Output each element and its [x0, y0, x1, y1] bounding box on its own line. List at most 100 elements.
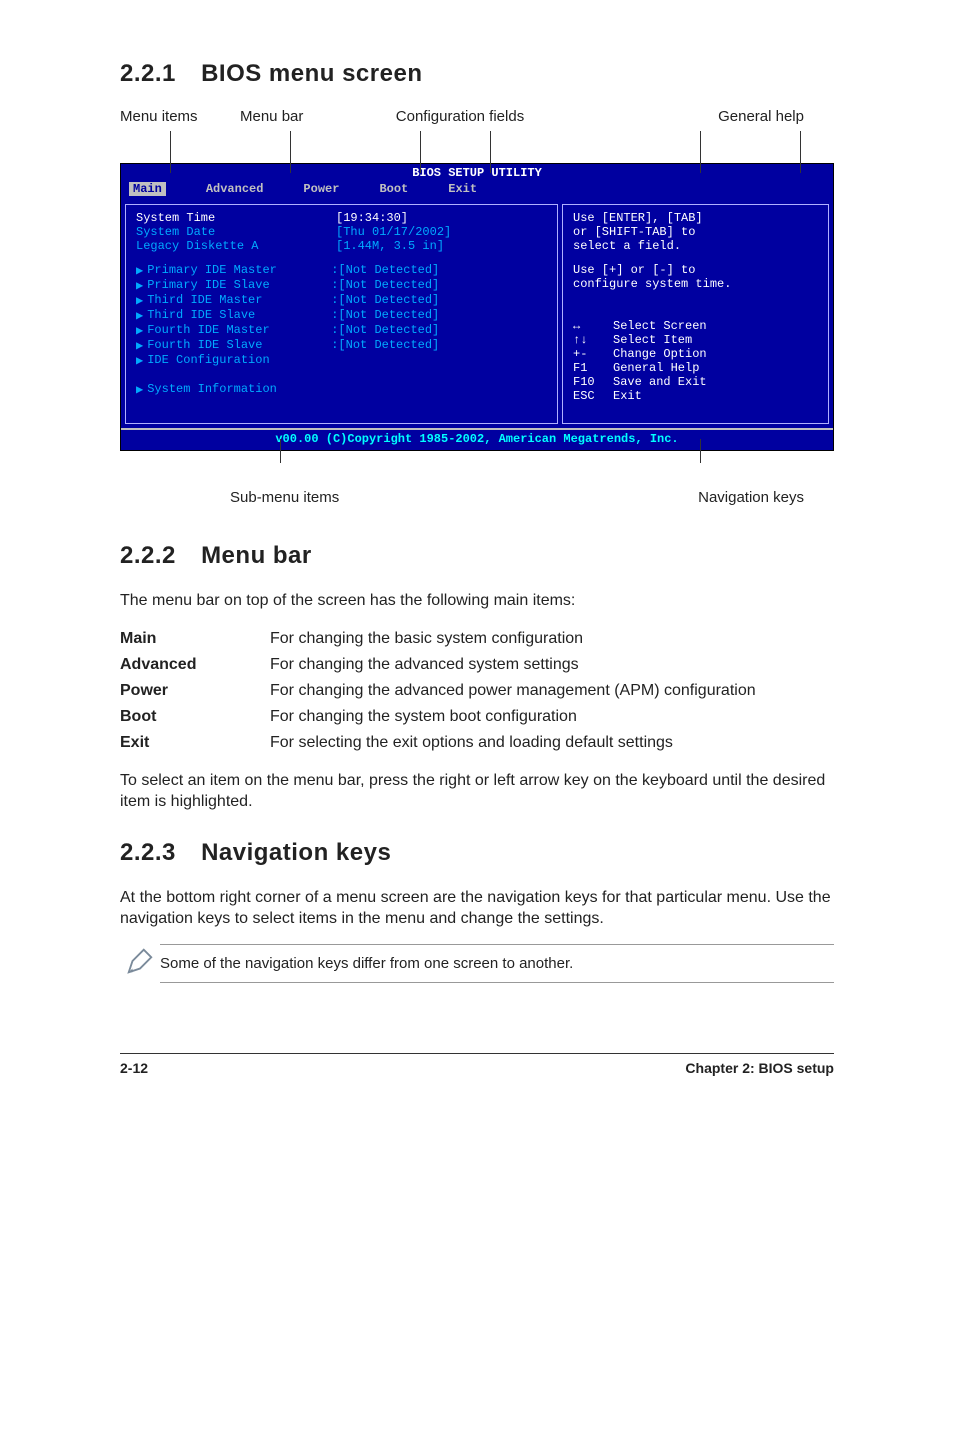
- pencil-icon: [120, 946, 160, 981]
- nav-desc: Change Option: [613, 347, 707, 361]
- item-desc: For selecting the exit options and loadi…: [270, 730, 756, 756]
- nav-row: ↑↓Select Item: [573, 333, 818, 347]
- annot-config-fields: Configuration fields: [360, 108, 560, 125]
- bios-row-ide: ▶ Fourth IDE Master:[Not Detected]: [136, 323, 547, 338]
- bios-row-systime: System Time [19:34:30]: [136, 211, 547, 225]
- top-annotation-row: Menu items Menu bar Configuration fields…: [120, 108, 834, 125]
- bios-row-sysinfo: ▶ System Information: [136, 382, 547, 397]
- bios-row-ide: ▶Primary IDE Slave:[Not Detected]: [136, 278, 547, 293]
- nav-key: +-: [573, 347, 613, 361]
- chapter-label: Chapter 2: BIOS setup: [685, 1060, 834, 1076]
- bios-label: Legacy Diskette A: [136, 239, 336, 253]
- item-name: Exit: [120, 730, 270, 756]
- page-number: 2-12: [120, 1060, 148, 1076]
- nav-desc: General Help: [613, 361, 699, 375]
- item-name: Advanced: [120, 652, 270, 678]
- menubar-intro: The menu bar on top of the screen has th…: [120, 590, 834, 612]
- nav-desc: Save and Exit: [613, 375, 707, 389]
- annot-submenu: Sub-menu items: [120, 489, 698, 506]
- nav-row: F1General Help: [573, 361, 818, 375]
- annot-menu-bar: Menu bar: [240, 108, 360, 125]
- menubar-hint: To select an item on the menu bar, press…: [120, 770, 834, 813]
- annotation-connector-lines: [120, 131, 834, 163]
- section-2-2-1-heading: 2.2.1 BIOS menu screen: [120, 60, 834, 88]
- bios-label: Third IDE Slave: [147, 308, 331, 323]
- bios-row-ide: ▶ Primary IDE Master:[Not Detected]: [136, 263, 547, 278]
- bios-left-pane: System Time [19:34:30] System Date [Thu …: [125, 204, 558, 424]
- table-row: AdvancedFor changing the advanced system…: [120, 652, 756, 678]
- item-desc: For changing the advanced power manageme…: [270, 678, 756, 704]
- bios-label: Fourth IDE Master: [147, 323, 331, 338]
- section-title: Navigation keys: [201, 839, 391, 866]
- item-name: Main: [120, 626, 270, 652]
- nav-key: ↔: [573, 319, 613, 333]
- section-title: Menu bar: [201, 542, 312, 569]
- section-num: 2.2.1: [120, 60, 176, 87]
- section-title: BIOS menu screen: [201, 60, 422, 87]
- bios-label: IDE Configuration: [147, 353, 331, 368]
- bios-nav-keys: ↔Select Screen ↑↓Select Item +-Change Op…: [573, 319, 818, 403]
- bios-value: [19:34:30]: [336, 211, 547, 225]
- section-2-2-3-heading: 2.2.3 Navigation keys: [120, 839, 834, 867]
- item-desc: For changing the system boot configurati…: [270, 704, 756, 730]
- nav-desc: Select Item: [613, 333, 692, 347]
- submenu-arrow-icon: ▶: [136, 293, 143, 308]
- nav-key: ESC: [573, 389, 613, 403]
- bios-menu-boot: Boot: [379, 182, 408, 196]
- nav-row: F10Save and Exit: [573, 375, 818, 389]
- item-desc: For changing the basic system configurat…: [270, 626, 756, 652]
- bios-label: Primary IDE Master: [147, 263, 331, 278]
- nav-desc: Select Screen: [613, 319, 707, 333]
- bios-title: BIOS SETUP UTILITY: [121, 164, 833, 180]
- submenu-arrow-icon: ▶: [136, 263, 143, 278]
- nav-row: ESCExit: [573, 389, 818, 403]
- bios-menu-exit: Exit: [448, 182, 477, 196]
- section-num: 2.2.2: [120, 542, 176, 569]
- bios-value: :[Not Detected]: [331, 308, 547, 323]
- bios-label: Primary IDE Slave: [147, 278, 331, 293]
- bios-value: :[Not Detected]: [331, 323, 547, 338]
- submenu-arrow-icon: ▶: [136, 353, 143, 368]
- annot-general-help: General help: [560, 108, 834, 125]
- bios-row-sysdate: System Date [Thu 01/17/2002]: [136, 225, 547, 239]
- help-line: configure system time.: [573, 277, 818, 291]
- nav-key: ↑↓: [573, 333, 613, 347]
- bios-help-pane: Use [ENTER], [TAB] or [SHIFT-TAB] to sel…: [562, 204, 829, 424]
- annot-menu-items: Menu items: [120, 108, 240, 125]
- bios-value: :[Not Detected]: [331, 263, 547, 278]
- note-text: Some of the navigation keys differ from …: [160, 944, 834, 983]
- table-row: BootFor changing the system boot configu…: [120, 704, 756, 730]
- bios-menu-advanced: Advanced: [206, 182, 264, 196]
- help-line: select a field.: [573, 239, 818, 253]
- menubar-items-table: MainFor changing the basic system config…: [120, 626, 756, 756]
- bios-screenshot: BIOS SETUP UTILITY Main Advanced Power B…: [120, 163, 834, 451]
- item-desc: For changing the advanced system setting…: [270, 652, 756, 678]
- bios-menu-main: Main: [129, 182, 166, 196]
- item-name: Power: [120, 678, 270, 704]
- bios-value: :[Not Detected]: [331, 338, 547, 353]
- bios-row-diskette: Legacy Diskette A [1.44M, 3.5 in]: [136, 239, 547, 253]
- section-2-2-2-heading: 2.2.2 Menu bar: [120, 542, 834, 570]
- help-line: Use [ENTER], [TAB]: [573, 211, 818, 225]
- submenu-arrow-icon: ▶: [136, 323, 143, 338]
- navkeys-para: At the bottom right corner of a menu scr…: [120, 887, 834, 930]
- bios-value: :[Not Detected]: [331, 293, 547, 308]
- bios-footer: v00.00 (C)Copyright 1985-2002, American …: [121, 428, 833, 450]
- under-connector-lines: [120, 451, 834, 471]
- note-box: Some of the navigation keys differ from …: [120, 944, 834, 983]
- bios-value: [Thu 01/17/2002]: [336, 225, 547, 239]
- nav-key: F10: [573, 375, 613, 389]
- bios-label: System Information: [147, 382, 347, 397]
- table-row: ExitFor selecting the exit options and l…: [120, 730, 756, 756]
- item-name: Boot: [120, 704, 270, 730]
- nav-row: ↔Select Screen: [573, 319, 818, 333]
- bios-menu-bar: Main Advanced Power Boot Exit: [121, 180, 833, 200]
- bios-label: System Time: [136, 211, 336, 225]
- nav-row: +-Change Option: [573, 347, 818, 361]
- bios-value: [1.44M, 3.5 in]: [336, 239, 547, 253]
- submenu-arrow-icon: ▶: [136, 382, 143, 397]
- annot-navkeys: Navigation keys: [698, 489, 834, 506]
- bios-label: Third IDE Master: [147, 293, 331, 308]
- help-line: or [SHIFT-TAB] to: [573, 225, 818, 239]
- table-row: PowerFor changing the advanced power man…: [120, 678, 756, 704]
